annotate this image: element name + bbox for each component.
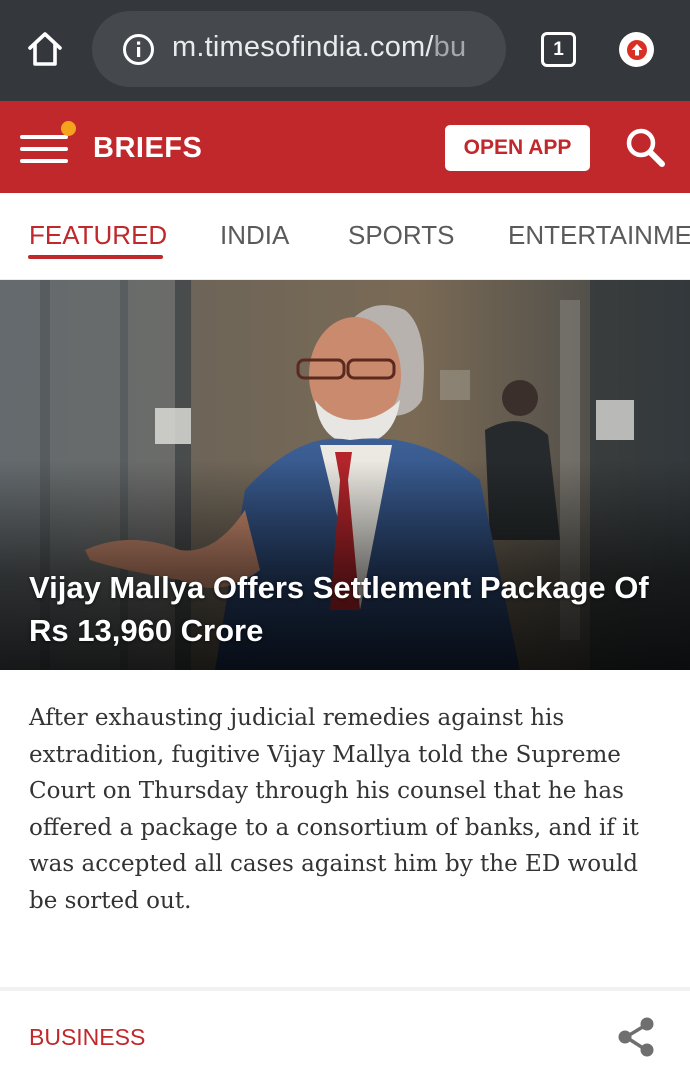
menu-line <box>20 159 68 163</box>
tab-switcher-icon[interactable]: 1 <box>541 32 576 67</box>
tab-sports[interactable]: SPORTS <box>348 220 454 251</box>
address-bar[interactable]: m.timesofindia.com/bu <box>92 11 506 87</box>
story-summary: After exhausting judicial remedies again… <box>29 705 639 914</box>
tab-featured[interactable]: FEATURED <box>29 220 167 251</box>
update-icon <box>626 39 647 60</box>
open-app-button[interactable]: OPEN APP <box>445 125 590 171</box>
info-icon[interactable] <box>122 33 155 66</box>
update-button[interactable] <box>619 32 654 67</box>
home-button[interactable] <box>22 26 68 72</box>
share-icon <box>618 1017 654 1057</box>
category-tabs: FEATURED INDIA SPORTS ENTERTAINMENT <box>0 193 690 280</box>
share-button[interactable] <box>614 1015 658 1059</box>
hamburger-menu-icon[interactable] <box>18 121 76 169</box>
browser-toolbar: m.timesofindia.com/bu 1 <box>0 0 690 101</box>
menu-line <box>20 135 68 139</box>
brand-title: BRIEFS <box>93 132 203 164</box>
section-divider <box>0 987 690 991</box>
story-category-link[interactable]: BUSINESS <box>29 1024 145 1051</box>
tab-india[interactable]: INDIA <box>220 220 289 251</box>
app-header: BRIEFS OPEN APP <box>0 101 690 193</box>
home-icon <box>28 32 62 66</box>
active-tab-indicator <box>28 255 163 259</box>
menu-line <box>20 147 68 151</box>
tab-entertainment[interactable]: ENTERTAINMENT <box>508 220 690 251</box>
story-headline[interactable]: Vijay Mallya Offers Settlement Package O… <box>29 566 669 652</box>
url-text: m.timesofindia.com/bu <box>172 31 466 64</box>
search-icon <box>626 128 665 167</box>
url-path: bu <box>433 31 467 63</box>
url-domain: m.timesofindia.com/ <box>172 31 434 63</box>
story-hero[interactable]: Vijay Mallya Offers Settlement Package O… <box>0 280 690 670</box>
notification-dot <box>61 121 76 136</box>
search-button[interactable] <box>623 125 669 171</box>
